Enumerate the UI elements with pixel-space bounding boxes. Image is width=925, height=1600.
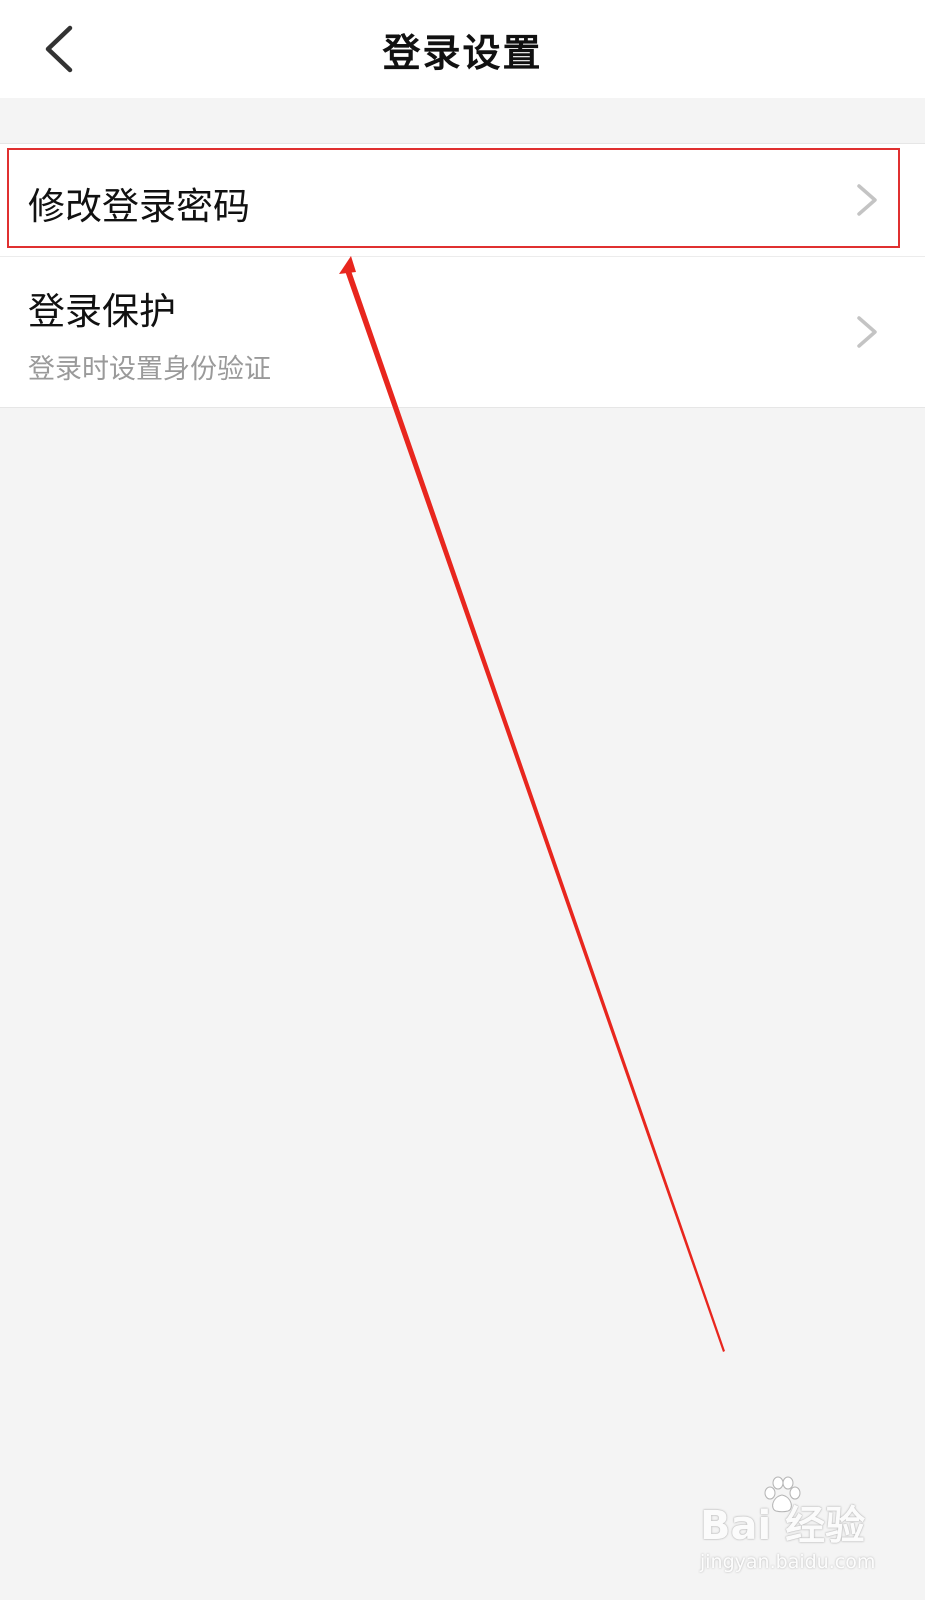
page-title: 登录设置	[382, 31, 543, 75]
chevron-right-icon	[851, 312, 881, 352]
top-app-bar: 登录设置	[0, 0, 925, 98]
list-item-title: 登录保护	[28, 290, 176, 333]
watermark-logo: Bai 经验	[700, 1503, 866, 1549]
list-item-subtitle: 登录时设置身份验证	[28, 354, 271, 385]
arrow-shaft	[344, 262, 725, 1352]
list-item-login-protection[interactable]: 登录保护 登录时设置身份验证	[0, 256, 925, 407]
list-item-change-password[interactable]: 修改登录密码	[0, 144, 925, 256]
chevron-right-icon	[851, 180, 881, 220]
watermark-url: jingyan.baidu.com	[700, 1551, 876, 1573]
settings-list: 修改登录密码 登录保护 登录时设置身份验证	[0, 143, 925, 408]
watermark: Bai 经验 jingyan.baidu.com	[700, 1475, 890, 1585]
page: 登录设置 修改登录密码 登录保护 登录时设置身份验证 Bai 经验 jingya…	[0, 0, 925, 1600]
list-item-title: 修改登录密码	[28, 185, 250, 228]
